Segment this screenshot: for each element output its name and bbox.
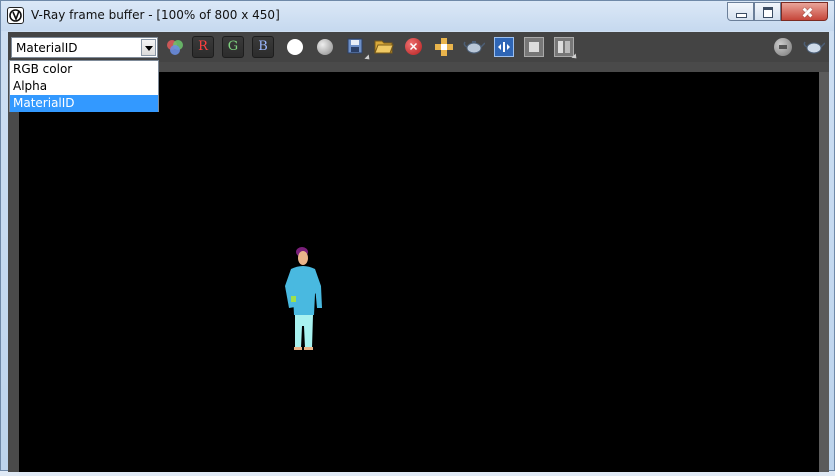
channel-option-alpha[interactable]: Alpha: [10, 78, 158, 95]
channel-select-value: MaterialID: [16, 41, 78, 55]
alpha-white-icon[interactable]: [287, 39, 303, 55]
blue-channel-button[interactable]: B: [252, 36, 274, 58]
stop-render-icon[interactable]: [774, 38, 792, 56]
vertical-scrollbar[interactable]: [819, 72, 829, 472]
render-teapot-icon[interactable]: [463, 37, 486, 57]
color-channels-icon[interactable]: [165, 37, 185, 57]
materialid-figure: [285, 247, 322, 350]
track-mouse-icon[interactable]: [434, 37, 454, 57]
channel-select[interactable]: MaterialID: [11, 37, 158, 58]
vray-frame-buffer-window: V-Ray frame buffer - [100% of 800 x 450]…: [0, 0, 835, 472]
chevron-down-icon[interactable]: [141, 39, 156, 56]
window-title: V-Ray frame buffer - [100% of 800 x 450]: [31, 8, 280, 22]
render-viewport: [8, 62, 829, 472]
region-render-icon[interactable]: [524, 37, 544, 57]
channel-dropdown-list: RGB color Alpha MaterialID: [9, 60, 159, 112]
channel-option-rgb[interactable]: RGB color: [10, 61, 158, 78]
rendered-image[interactable]: [19, 72, 819, 472]
history-icon[interactable]: [554, 37, 574, 57]
red-channel-button[interactable]: R: [192, 36, 214, 58]
minimize-button[interactable]: [727, 2, 754, 21]
close-button[interactable]: [781, 2, 828, 21]
vray-logo-icon: [7, 7, 24, 24]
compare-ab-icon[interactable]: [494, 37, 514, 57]
maximize-button[interactable]: [754, 2, 781, 21]
channel-option-materialid[interactable]: MaterialID: [10, 95, 158, 112]
clear-image-icon[interactable]: [405, 38, 422, 55]
green-channel-button[interactable]: G: [222, 36, 244, 58]
open-folder-icon[interactable]: [374, 37, 394, 57]
toolbar: MaterialID R G B: [8, 32, 829, 62]
monochrome-icon[interactable]: [317, 39, 333, 55]
render-last-teapot-icon[interactable]: [803, 37, 826, 57]
save-image-icon[interactable]: [346, 37, 366, 57]
title-bar: V-Ray frame buffer - [100% of 800 x 450]: [1, 1, 834, 31]
